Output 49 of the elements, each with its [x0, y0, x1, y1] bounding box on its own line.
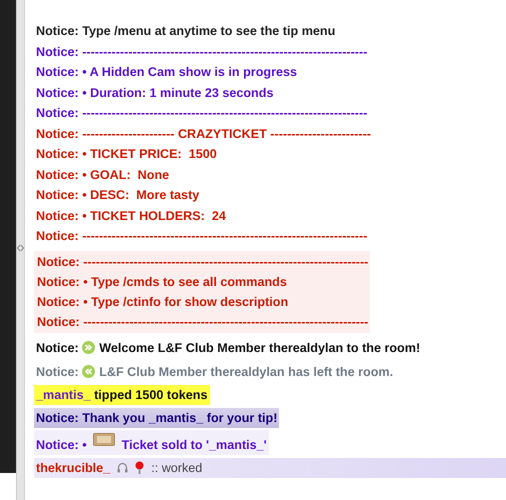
- message-text: L&F Club Member therealdylan has left the room.: [99, 364, 394, 378]
- double-chevron-right-icon: [82, 341, 96, 354]
- notice-label: Notice:: [36, 410, 79, 424]
- message-text: --------------------------------------------------------------------: [83, 254, 368, 268]
- notice-label: Notice:: [36, 44, 79, 58]
- notice-label: Notice:: [36, 86, 79, 100]
- notice-label: Notice:: [37, 274, 80, 288]
- message-text: • DESC: More tasty: [82, 188, 200, 202]
- notice-label: Notice:: [36, 106, 79, 120]
- message-text: ---------------------- CRAZYTICKET ------------------------: [82, 126, 371, 140]
- pin-icon: [135, 460, 144, 474]
- bullet: •: [82, 438, 87, 452]
- message-text: Type /menu at anytime to see the tip menu: [82, 24, 336, 38]
- splitter-handle-icon[interactable]: [17, 244, 24, 252]
- notice-label: Notice:: [36, 229, 79, 243]
- message-text: :: worked: [151, 460, 202, 474]
- notice-label: Notice:: [36, 65, 79, 79]
- notice-label: Notice:: [36, 188, 79, 202]
- notice-label: Notice:: [36, 341, 79, 355]
- message-text: Ticket sold to '_mantis_': [122, 438, 267, 452]
- notice-label: Notice:: [37, 294, 80, 308]
- message-text: --------------------------------------------------------------------: [82, 44, 368, 58]
- message-text: • TICKET PRICE: 1500: [82, 147, 217, 161]
- notice-label: Notice:: [36, 168, 79, 182]
- message-text: • TICKET HOLDERS: 24: [82, 208, 226, 222]
- message-text: • GOAL: None: [82, 168, 170, 182]
- notice-label: Notice:: [36, 208, 79, 222]
- notice-label: Notice:: [36, 147, 79, 161]
- ticket-icon: [93, 433, 116, 446]
- notice-label: Notice:: [36, 24, 79, 38]
- headphones-icon: [117, 462, 128, 472]
- message-text: Welcome L&F Club Member therealdylan to the room!: [99, 341, 420, 355]
- message-text: • Type /ctinfo for show description: [83, 294, 288, 308]
- message-text: • Duration: 1 minute 23 seconds: [82, 86, 274, 100]
- notice-label: Notice:: [36, 438, 79, 452]
- notice-label: Notice:: [36, 364, 79, 378]
- username[interactable]: thekrucible_: [36, 460, 110, 474]
- message-text: Thank you _mantis_ for your tip!: [82, 410, 278, 424]
- username[interactable]: _mantis_: [36, 388, 91, 402]
- message-text: --------------------------------------------------------------------: [83, 314, 368, 328]
- notice-label: Notice:: [37, 314, 80, 328]
- message-text: tipped 1500 tokens: [94, 388, 208, 402]
- message-text: • Type /cmds to see all commands: [83, 274, 287, 288]
- message-text: • A Hidden Cam show is in progress: [82, 65, 297, 79]
- notice-label: Notice:: [36, 126, 79, 140]
- notice-label: Notice:: [37, 254, 80, 268]
- message-text: --------------------------------------------------------------------: [82, 229, 368, 243]
- double-chevron-left-icon: [82, 364, 96, 378]
- message-text: --------------------------------------------------------------------: [82, 106, 368, 120]
